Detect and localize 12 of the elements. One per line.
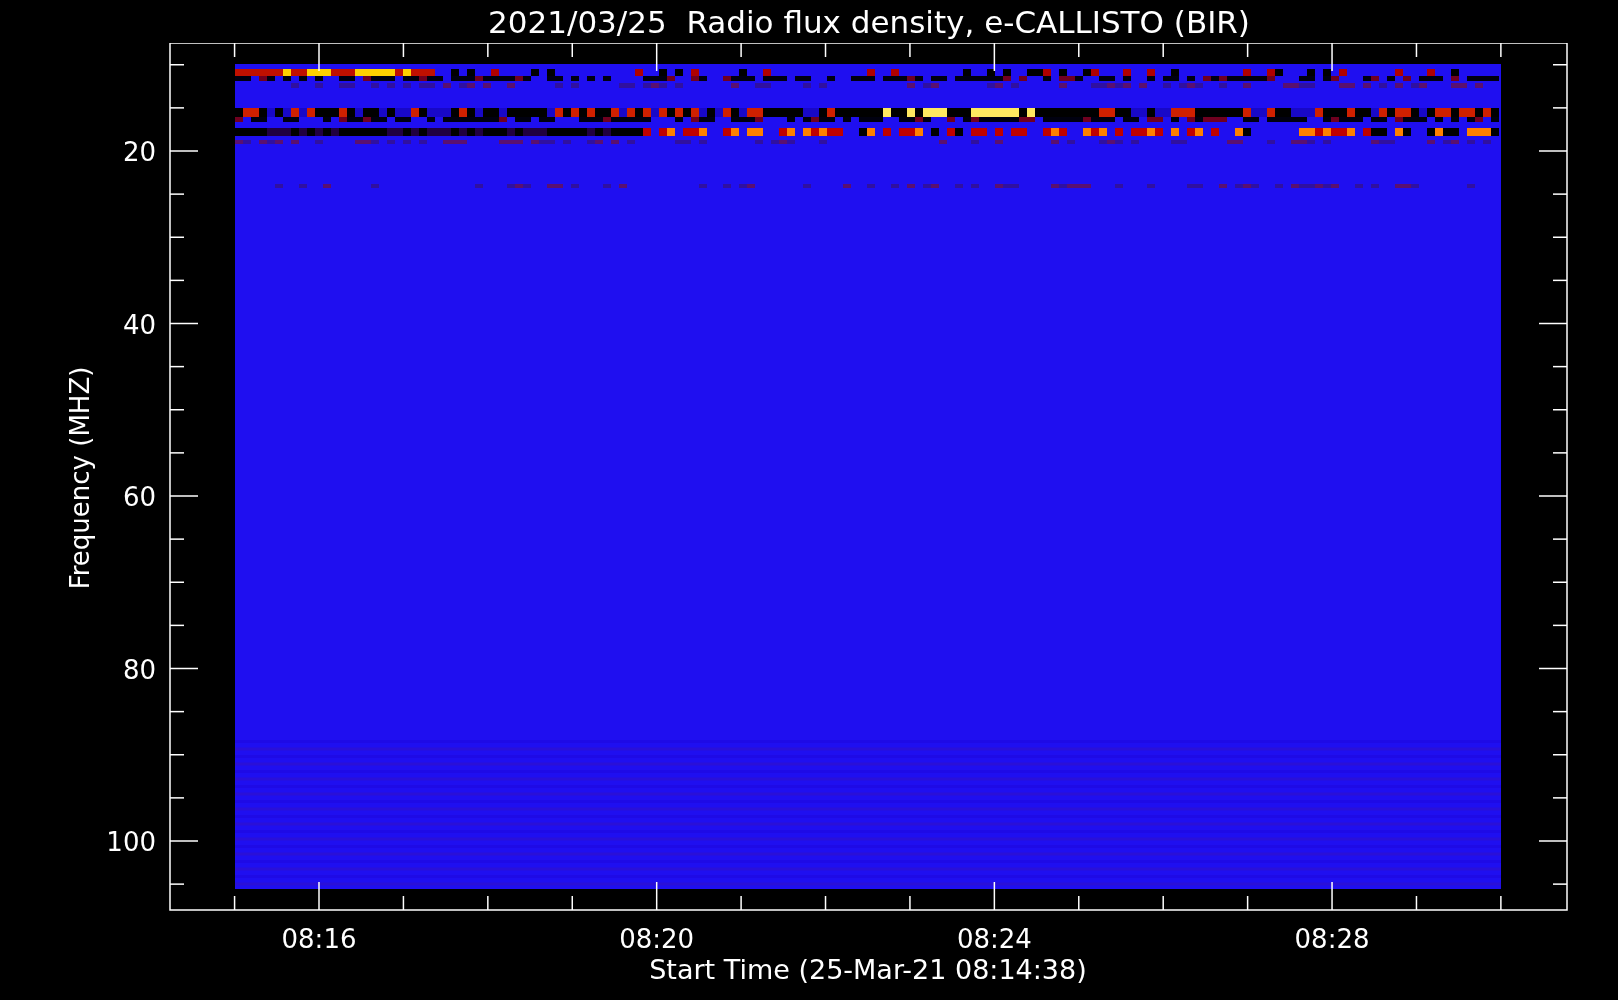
x-tick-label: 08:24 (956, 924, 1032, 954)
chart-title: 2021/03/25 Radio flux density, e-CALLISTO (BIR) (488, 3, 1250, 40)
y-tick-label: 20 (122, 137, 156, 167)
y-tick-label: 60 (122, 482, 156, 512)
y-tick-label: 80 (122, 654, 156, 685)
y-tick-label: 100 (106, 827, 156, 857)
y-tick-label: 40 (122, 309, 156, 340)
y-axis-label: Frequency (MHZ) (65, 366, 95, 590)
x-tick-label: 08:20 (619, 924, 695, 954)
x-tick-label: 08:28 (1294, 924, 1370, 954)
x-axis-label: Start Time (25-Mar-21 08:14:38) (649, 954, 1087, 985)
x-tick-label: 08:16 (281, 924, 357, 954)
